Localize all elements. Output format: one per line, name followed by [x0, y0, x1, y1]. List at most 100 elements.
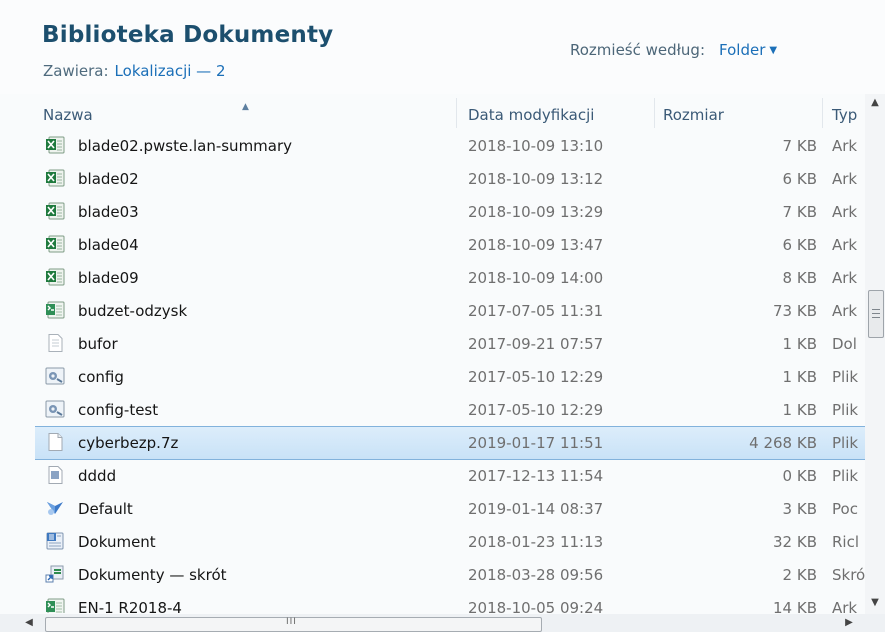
library-title: Biblioteka Dokumenty — [42, 22, 334, 48]
library-includes: Zawiera: Lokalizacji — 2 — [43, 62, 226, 80]
file-size: 7 KB — [782, 137, 817, 155]
column-divider[interactable] — [456, 98, 457, 128]
column-header-name[interactable]: Nazwa ▲ — [43, 98, 453, 128]
file-row[interactable]: Dokument 2018-01-23 11:13 32 KB Ricl — [35, 526, 865, 558]
file-size: 4 268 KB — [749, 434, 817, 452]
horizontal-scroll-thumb[interactable]: III — [45, 617, 542, 632]
arrange-by-label: Rozmieść według: — [570, 41, 705, 59]
file-row[interactable]: EN-1 R2018-4 2018-10-05 09:24 14 KB Ark — [35, 592, 865, 613]
doc-file-icon — [45, 466, 65, 484]
file-date: 2018-03-28 09:56 — [468, 566, 604, 584]
scroll-down-arrow-icon[interactable]: ▼ — [865, 594, 885, 612]
file-type: Plik — [832, 401, 859, 419]
file-row[interactable]: bufor 2017-09-21 07:57 1 KB Dol — [35, 328, 865, 360]
arrange-by-value: Folder — [719, 41, 766, 59]
file-type: Plik — [832, 467, 859, 485]
includes-locations-link[interactable]: Lokalizacji — 2 — [115, 62, 226, 80]
spreadsheet-icon — [45, 598, 65, 613]
file-row[interactable]: blade04 2018-10-09 13:47 6 KB Ark — [35, 229, 865, 261]
shortcut-icon — [45, 565, 65, 583]
file-type: Ark — [832, 269, 858, 287]
excel-icon — [45, 169, 65, 187]
excel-icon — [45, 202, 65, 220]
column-divider[interactable] — [822, 98, 823, 128]
file-row[interactable]: blade03 2018-10-09 13:29 7 KB Ark — [35, 196, 865, 228]
file-type: Plik — [832, 434, 859, 452]
file-name: config — [78, 368, 124, 386]
file-list: Nazwa ▲ Data modyfikacji Rozmiar Typ bla… — [35, 98, 865, 613]
config-file-icon — [45, 400, 65, 418]
arrange-by-dropdown[interactable]: Folder ▼ — [719, 41, 777, 59]
file-size: 1 KB — [782, 401, 817, 419]
library-header: Biblioteka Dokumenty Zawiera: Lokalizacji… — [0, 0, 885, 94]
file-date: 2017-09-21 07:57 — [468, 335, 604, 353]
includes-label: Zawiera: — [43, 62, 109, 80]
file-type: Plik — [832, 368, 859, 386]
config-file-icon — [45, 367, 65, 385]
file-size: 0 KB — [782, 467, 817, 485]
file-type: Poc — [832, 500, 858, 518]
scroll-right-arrow-icon[interactable]: ▶ — [840, 614, 858, 632]
file-name: blade02.pwste.lan-summary — [78, 137, 293, 155]
file-date: 2018-01-23 11:13 — [468, 533, 604, 551]
file-row-selected[interactable]: cyberbezp.7z 2019-01-17 11:51 4 268 KB P… — [35, 426, 865, 460]
file-date: 2018-10-09 13:29 — [468, 203, 604, 221]
column-header-size[interactable]: Rozmiar — [663, 98, 813, 128]
column-divider[interactable] — [654, 98, 655, 128]
file-row[interactable]: blade02 2018-10-09 13:12 6 KB Ark — [35, 163, 865, 195]
file-type: Ark — [832, 203, 858, 221]
file-size: 32 KB — [773, 533, 817, 551]
column-header-type[interactable]: Typ — [832, 98, 865, 128]
file-row[interactable]: dddd 2017-12-13 11:54 0 KB Plik — [35, 460, 865, 492]
file-row[interactable]: Default 2019-01-14 08:37 3 KB Poc — [35, 493, 865, 525]
file-name: budzet-odzysk — [78, 302, 188, 320]
vertical-scrollbar[interactable]: ▲ ▼ — [865, 94, 885, 614]
file-size: 3 KB — [782, 500, 817, 518]
text-file-icon — [45, 334, 65, 352]
rich-text-icon — [45, 532, 65, 550]
file-type: Ark — [832, 302, 858, 320]
file-name: EN-1 R2018-4 — [78, 599, 182, 613]
column-header-date[interactable]: Data modyfikacji — [468, 98, 648, 128]
file-date: 2018-10-09 13:12 — [468, 170, 604, 188]
file-name: bufor — [78, 335, 118, 353]
file-row[interactable]: config 2017-05-10 12:29 1 KB Plik — [35, 361, 865, 393]
file-size: 73 KB — [773, 302, 817, 320]
file-type: Ark — [832, 599, 858, 613]
file-date: 2019-01-17 11:51 — [468, 434, 604, 452]
file-name: dddd — [78, 467, 117, 485]
file-name: cyberbezp.7z — [78, 434, 179, 452]
file-type: Ark — [832, 137, 858, 155]
file-size: 6 KB — [782, 170, 817, 188]
file-row[interactable]: blade09 2018-10-09 14:00 8 KB Ark — [35, 262, 865, 294]
file-type: Dol — [832, 335, 857, 353]
file-row[interactable]: config-test 2017-05-10 12:29 1 KB Plik — [35, 394, 865, 426]
file-type: Ricl — [832, 533, 860, 551]
file-size: 7 KB — [782, 203, 817, 221]
file-name: blade02 — [78, 170, 139, 188]
column-header-row: Nazwa ▲ Data modyfikacji Rozmiar Typ — [35, 98, 865, 128]
file-row[interactable]: budzet-odzysk 2017-07-05 11:31 73 KB Ark — [35, 295, 865, 327]
file-date: 2017-12-13 11:54 — [468, 467, 604, 485]
remote-desktop-icon — [45, 499, 65, 517]
file-row[interactable]: blade02.pwste.lan-summary 2018-10-09 13:… — [35, 130, 865, 162]
file-type: Ark — [832, 170, 858, 188]
file-size: 8 KB — [782, 269, 817, 287]
file-size: 1 KB — [782, 368, 817, 386]
file-row[interactable]: Dokumenty — skrót 2018-03-28 09:56 2 KB … — [35, 559, 865, 591]
file-date: 2017-07-05 11:31 — [468, 302, 604, 320]
file-name: blade04 — [78, 236, 139, 254]
file-type: Ark — [832, 236, 858, 254]
vertical-scroll-thumb[interactable] — [868, 290, 884, 338]
file-name: blade03 — [78, 203, 139, 221]
spreadsheet-icon — [45, 301, 65, 319]
scroll-left-arrow-icon[interactable]: ◀ — [20, 614, 38, 632]
horizontal-scrollbar[interactable]: ◀ III ▶ — [0, 614, 885, 632]
file-date: 2018-10-05 09:24 — [468, 599, 604, 613]
excel-icon — [45, 268, 65, 286]
sort-ascending-icon: ▲ — [242, 102, 249, 112]
blank-file-icon — [45, 433, 65, 451]
file-date: 2018-10-09 13:47 — [468, 236, 604, 254]
file-name: config-test — [78, 401, 159, 419]
scroll-up-arrow-icon[interactable]: ▲ — [865, 94, 885, 112]
